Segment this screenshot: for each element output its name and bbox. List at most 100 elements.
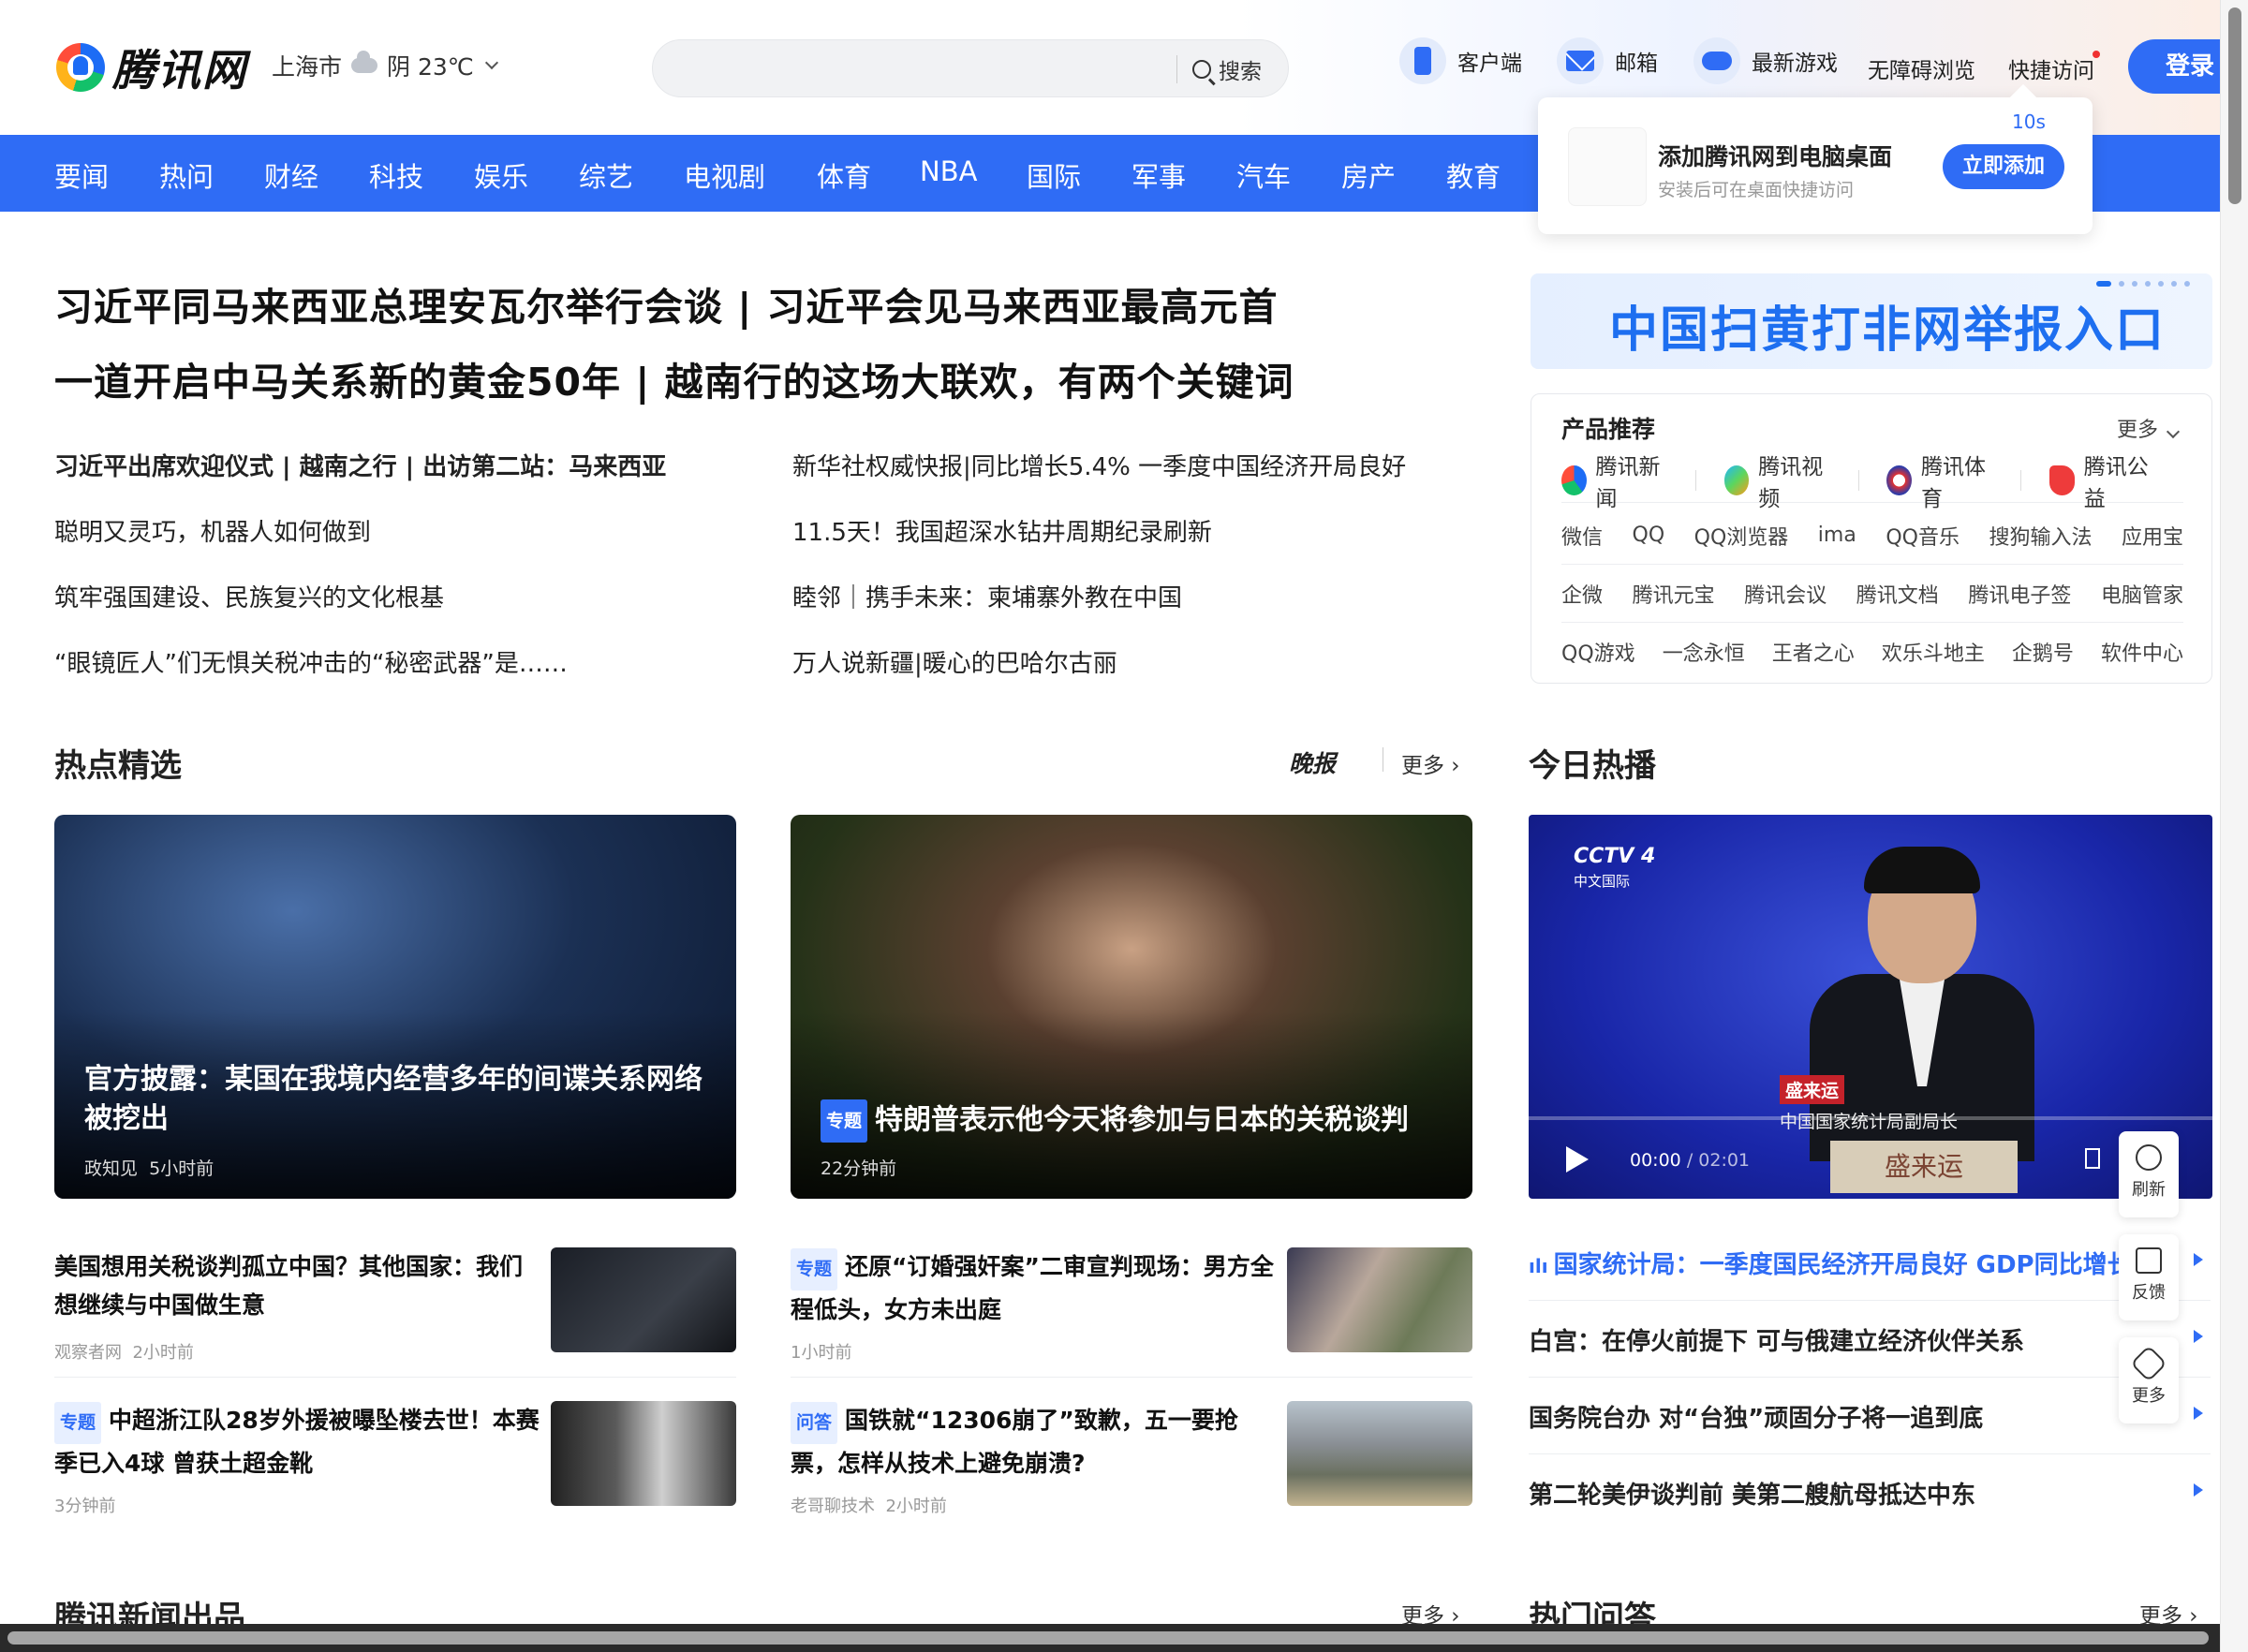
app-link[interactable]: 腾讯视频 (1723, 449, 1830, 512)
horizontal-scrollbar[interactable] (0, 1624, 2220, 1652)
product-link[interactable]: ima (1818, 524, 1856, 547)
hot-item-text: 白宫：在停火前提下 可与俄建立经济伙伴关系 (1529, 1328, 2025, 1356)
channel-tab[interactable]: 教育 (1446, 155, 1501, 195)
product-link[interactable]: 腾讯文档 (1856, 579, 1939, 609)
channel-logo: CCTV 4 (1574, 845, 1656, 868)
hot-list-item[interactable]: 白宫：在停火前提下 可与俄建立经济伙伴关系 (1529, 1322, 2211, 1357)
news-link[interactable]: 睦邻｜携手未来：柬埔寨外教在中国 (792, 579, 1182, 613)
channel-tab[interactable]: 综艺 (579, 155, 633, 195)
speaker-role: 中国国家统计局副局长 (1780, 1112, 1959, 1132)
quick-access-link[interactable]: 快捷访问 (2008, 51, 2100, 84)
news-item[interactable]: 专题 还原“订婚强奸案”二审宣判现场：男方全程低头，女方未出庭 1小时前 (791, 1247, 1472, 1373)
product-link[interactable]: 欢乐斗地主 (1882, 637, 1985, 667)
channel-tab[interactable]: 电视剧 (684, 155, 765, 195)
vertical-scrollbar[interactable] (2220, 0, 2248, 1652)
channel-tab[interactable]: 房产 (1341, 155, 1396, 195)
app-link[interactable]: 腾讯新闻 (1561, 449, 1667, 512)
search-input[interactable]: 搜索 (652, 39, 1289, 97)
volume-icon[interactable] (2085, 1148, 2100, 1169)
news-thumbnail (1287, 1247, 1472, 1352)
add-now-button[interactable]: 立即添加 (1943, 144, 2064, 189)
product-link[interactable]: 一念永恒 (1663, 637, 1745, 667)
feedback-button[interactable]: 反馈 (2119, 1234, 2179, 1320)
video-progress[interactable] (1529, 1116, 2212, 1120)
banner-pager (2096, 281, 2190, 287)
product-link[interactable]: QQ音乐 (1886, 521, 1960, 551)
logo[interactable]: 腾讯网 (56, 41, 247, 96)
news-title: 专题 还原“订婚强奸案”二审宣判现场：男方全程低头，女方未出庭 (791, 1247, 1278, 1329)
product-link[interactable]: 软件中心 (2101, 637, 2183, 667)
play-icon[interactable] (1566, 1146, 1589, 1173)
accessibility-link[interactable]: 无障碍浏览 (1868, 52, 1975, 84)
weather-widget[interactable]: 上海市 阴 23℃ (272, 49, 498, 82)
news-item[interactable]: 美国想用关税谈判孤立中国？其他国家：我们想继续与中国做生意 观察者网 2小时前 (54, 1247, 736, 1373)
product-more-link[interactable]: 更多 (2117, 413, 2181, 443)
refresh-icon (2136, 1144, 2162, 1171)
evening-report-link[interactable]: 晚报 (1289, 745, 1336, 779)
hot-list-item[interactable]: 国务院台办 对“台独”顽固分子将一追到底 (1529, 1399, 2211, 1434)
news-thumbnail (551, 1247, 736, 1352)
video-player[interactable]: CCTV 4 中文国际 盛来运 盛来运 中国国家统计局副局长 00:00 / 0… (1529, 815, 2212, 1199)
refresh-button[interactable]: 刷新 (2119, 1131, 2179, 1217)
games-link[interactable]: 最新游戏 (1693, 37, 1838, 84)
news-link[interactable]: 新华社权威快报|同比增长5.4% 一季度中国经济开局良好 (792, 448, 1406, 482)
channel-tab[interactable]: 热问 (159, 155, 214, 195)
report-banner[interactable]: 中国扫黄打非网举报入口 (1531, 273, 2212, 369)
product-link[interactable]: 腾讯元宝 (1633, 579, 1715, 609)
hot-more-link[interactable]: 更多 › (1401, 747, 1460, 779)
side-label: 刷新 (2132, 1180, 2166, 1200)
card-title-text: 特朗普表示他今天将参加与日本的关税谈判 (875, 1103, 1410, 1137)
news-link[interactable]: 11.5天！我国超深水钻井周期纪录刷新 (792, 513, 1212, 548)
app-link[interactable]: 腾讯公益 (2049, 449, 2155, 512)
scroll-thumb[interactable] (2228, 7, 2241, 204)
channel-tab[interactable]: 体育 (817, 155, 871, 195)
cloud-icon (351, 51, 378, 73)
more-tools-button[interactable]: 更多 (2119, 1337, 2179, 1423)
popup-title: 添加腾讯网到电脑桌面 (1658, 143, 1893, 170)
page-root: { "header": { "logo_text": "腾讯网", "city"… (0, 0, 2248, 1652)
news-link[interactable]: 万人说新疆|暖心的巴哈尔古丽 (792, 644, 1117, 679)
product-link[interactable]: 王者之心 (1772, 637, 1855, 667)
news-item[interactable]: 专题 中超浙江队28岁外援被曝坠楼去世！本赛季已入4球 曾获土超金靴 3分钟前 (54, 1401, 736, 1527)
channel-tab[interactable]: 娱乐 (474, 155, 528, 195)
headline[interactable]: 习近平同马来西亚总理安瓦尔举行会谈 | 习近平会见马来西亚最高元首 (54, 275, 1279, 332)
news-link[interactable]: 聪明又灵巧，机器人如何做到 (54, 513, 371, 548)
channel-tab[interactable]: 军事 (1131, 155, 1186, 195)
channel-tab[interactable]: 国际 (1027, 155, 1081, 195)
mail-link[interactable]: 邮箱 (1557, 37, 1658, 84)
news-link[interactable]: 筑牢强国建设、民族复兴的文化根基 (54, 579, 444, 613)
product-link[interactable]: 腾讯会议 (1744, 579, 1826, 609)
headline[interactable]: 一道开启中马关系新的黄金50年 | 越南行的这场大联欢，有两个关键词 (54, 350, 1294, 406)
search-button[interactable]: 搜索 (1192, 53, 1262, 85)
product-link[interactable]: 腾讯电子签 (1968, 579, 2071, 609)
channel-tab[interactable]: 财经 (264, 155, 318, 195)
scroll-thumb[interactable] (7, 1631, 2209, 1645)
play-arrow-icon (2194, 1330, 2203, 1343)
channel-tab[interactable]: 汽车 (1236, 155, 1291, 195)
product-link[interactable]: QQ游戏 (1561, 637, 1635, 667)
product-link[interactable]: 微信 (1561, 521, 1603, 551)
product-link[interactable]: QQ (1633, 524, 1665, 547)
feature-card[interactable]: 专题 特朗普表示他今天将参加与日本的关税谈判 22分钟前 (791, 815, 1472, 1199)
product-link[interactable]: 电脑管家 (2101, 579, 2183, 609)
topic-tag: 问答 (791, 1402, 838, 1444)
hot-list-item[interactable]: 第二轮美伊谈判前 美第二艘航母抵达中东 (1529, 1476, 2211, 1511)
app-link[interactable]: 腾讯体育 (1886, 449, 1992, 512)
product-link[interactable]: 企鹅号 (2012, 637, 2074, 667)
feature-card[interactable]: 官方披露：某国在我境内经营多年的间谍关系网络被挖出 政知见 5小时前 (54, 815, 736, 1199)
news-link[interactable]: “眼镜匠人”们无惧关税冲击的“秘密武器”是…… (54, 644, 568, 679)
channel-tab[interactable]: 要闻 (54, 155, 109, 195)
product-link[interactable]: 搜狗输入法 (1989, 521, 2092, 551)
channel-tab[interactable]: 科技 (369, 155, 423, 195)
gamepad-icon (1693, 37, 1740, 84)
product-link[interactable]: 企微 (1561, 579, 1603, 609)
product-link[interactable]: QQ浏览器 (1694, 521, 1789, 551)
news-link[interactable]: 习近平出席欢迎仪式 | 越南之行 | 出访第二站：马来西亚 (54, 448, 666, 482)
product-link[interactable]: 应用宝 (2122, 521, 2183, 551)
mail-icon (1557, 37, 1604, 84)
notification-dot (2093, 51, 2100, 58)
client-link[interactable]: 客户端 (1399, 37, 1522, 84)
news-item[interactable]: 问答 国铁就“12306崩了”致歉，五一要抢票，怎样从技术上避免崩溃? 老哥聊技术… (791, 1401, 1472, 1527)
channel-tab[interactable]: NBA (920, 155, 977, 187)
hot-list-item[interactable]: ılı 国家统计局：一季度国民经济开局良好 GDP同比增长 (1529, 1246, 2211, 1280)
